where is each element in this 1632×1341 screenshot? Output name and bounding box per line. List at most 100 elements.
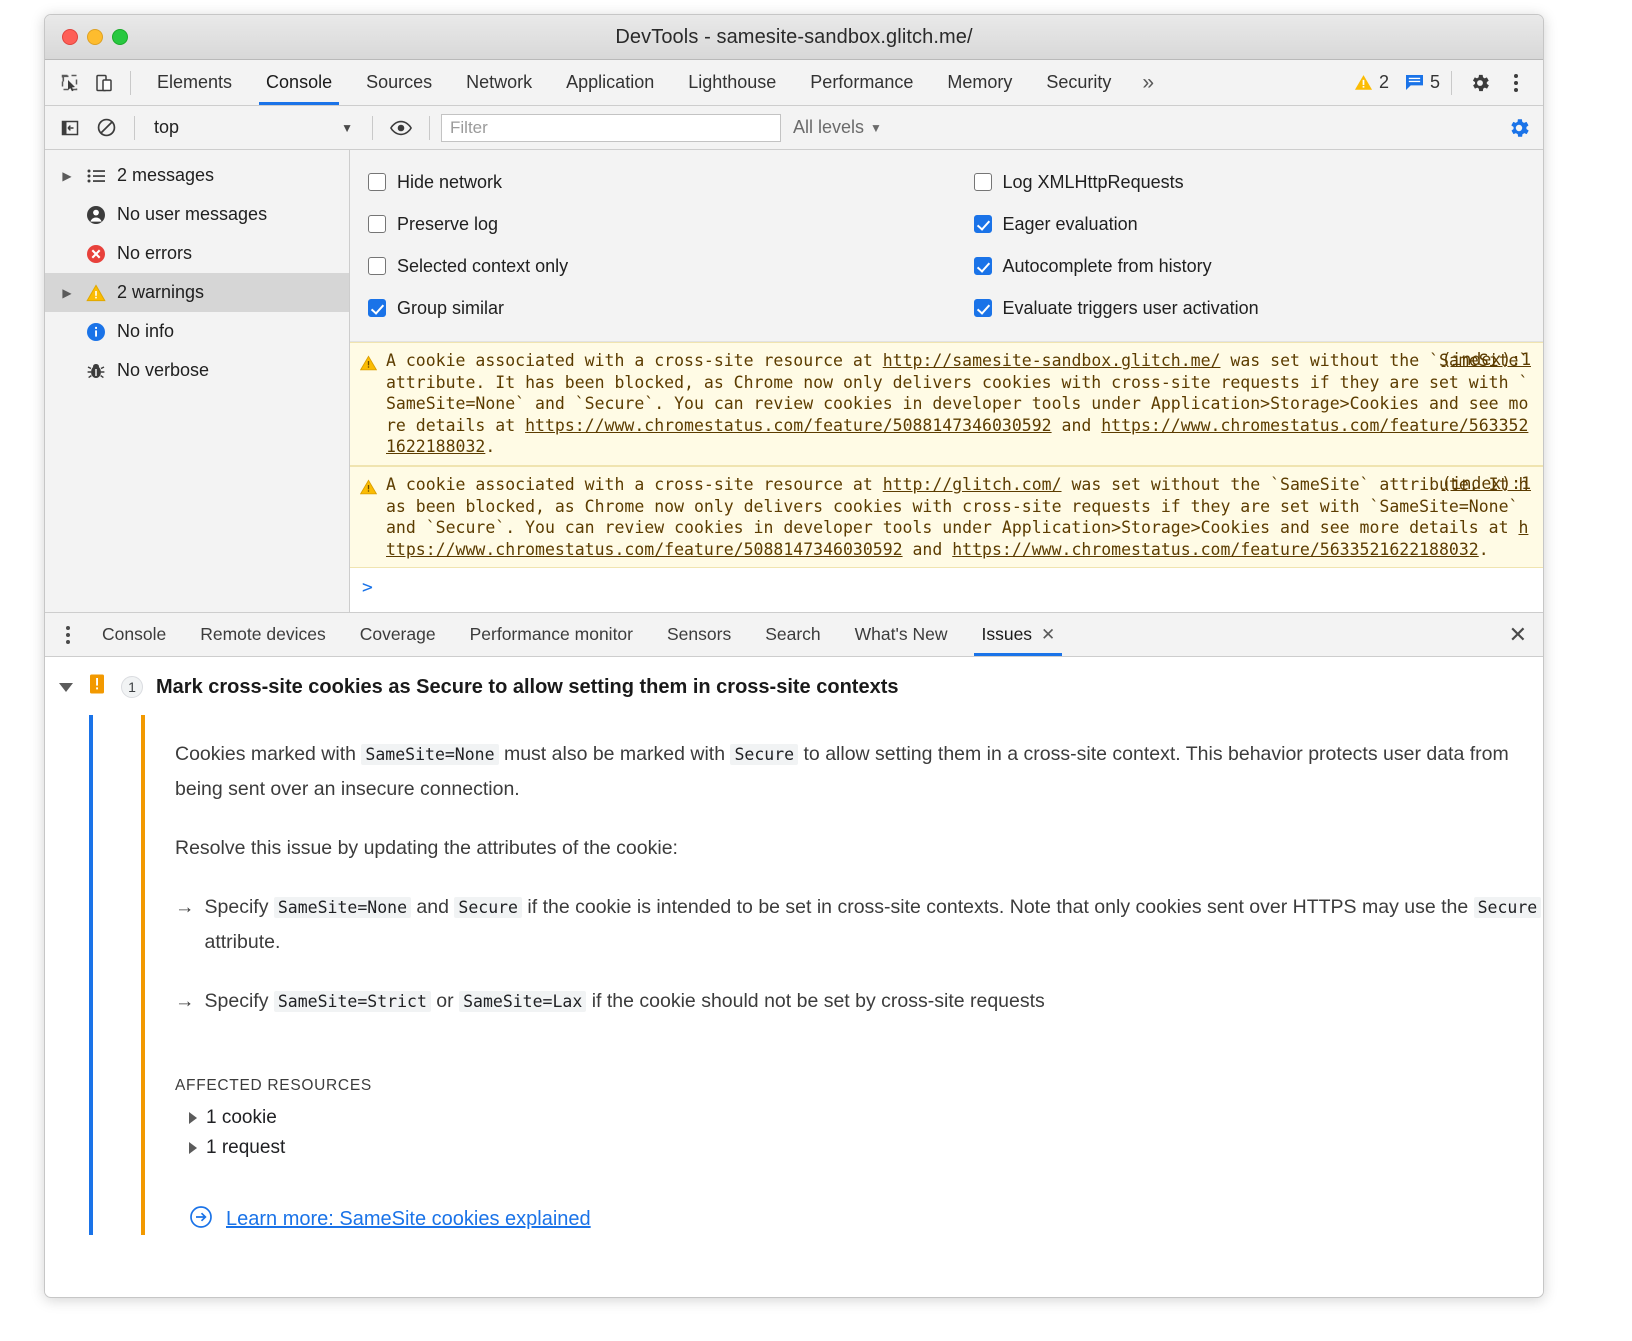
drawer-tab-issues[interactable]: Issues ✕ (964, 613, 1072, 656)
screenshot-root: DevTools - samesite-sandbox.glitch.me/ (0, 0, 1632, 1341)
tab-application[interactable]: Application (549, 60, 671, 105)
code-secure: Secure (730, 744, 798, 765)
message-counter[interactable]: 5 (1405, 72, 1440, 93)
drawer-tab-remote-devices[interactable]: Remote devices (183, 613, 342, 656)
collapse-arrow-icon[interactable] (59, 683, 73, 692)
text-segment: Cookies marked with (175, 743, 361, 765)
checkbox-box[interactable] (368, 173, 386, 191)
checkbox-label: Evaluate triggers user activation (1003, 298, 1259, 319)
checkbox-box[interactable] (974, 257, 992, 275)
checkbox-preserve-log[interactable]: Preserve log (368, 203, 938, 245)
sidebar-item-errors[interactable]: ▶ No errors (45, 234, 349, 273)
drawer-tab-label: Sensors (667, 624, 731, 645)
drawer-tab-whats-new[interactable]: What's New (838, 613, 965, 656)
affected-resource-request[interactable]: 1 request (175, 1133, 1543, 1163)
execution-context-select[interactable]: top ▼ (146, 113, 361, 143)
console-message-link[interactable]: https://www.chromestatus.com/feature/563… (952, 540, 1479, 559)
sidebar-item-warnings[interactable]: ▶ 2 warnings (45, 273, 349, 312)
console-toolbar-divider-2 (372, 116, 373, 140)
checkbox-box[interactable] (974, 299, 992, 317)
devtools-main-tabbar: Elements Console Sources Network Applica… (45, 60, 1543, 106)
message-bubble-icon (1405, 74, 1424, 91)
checkbox-box[interactable] (974, 173, 992, 191)
close-icon[interactable]: ✕ (1041, 625, 1055, 645)
gear-icon[interactable] (1463, 66, 1497, 100)
sidebar-item-messages[interactable]: ▶ 2 messages (45, 156, 349, 195)
window-titlebar: DevTools - samesite-sandbox.glitch.me/ (45, 15, 1543, 60)
console-message-source-link[interactable]: (index):1 (1442, 350, 1531, 369)
drawer-tab-search[interactable]: Search (748, 613, 837, 656)
checkbox-label: Group similar (397, 298, 504, 319)
console-message-source-link[interactable]: (index):1 (1442, 474, 1531, 493)
show-console-sidebar-icon[interactable] (53, 111, 87, 145)
tab-performance[interactable]: Performance (793, 60, 930, 105)
console-settings-pane: Hide network Preserve log Selected conte… (350, 150, 1543, 342)
tab-security[interactable]: Security (1029, 60, 1128, 105)
drawer-tab-performance-monitor[interactable]: Performance monitor (453, 613, 650, 656)
live-expression-icon[interactable] (384, 111, 418, 145)
expand-arrow-icon[interactable] (189, 1112, 197, 1124)
tab-memory[interactable]: Memory (930, 60, 1029, 105)
checkbox-log-xmlhttprequests[interactable]: Log XMLHttpRequests (974, 161, 1544, 203)
checkbox-eager-evaluation[interactable]: Eager evaluation (974, 203, 1544, 245)
console-message-link[interactable]: https://www.chromestatus.com/feature/508… (525, 416, 1052, 435)
checkbox-label: Hide network (397, 172, 502, 193)
console-message-text: A cookie associated with a cross-site re… (386, 350, 1533, 458)
affected-resource-cookie[interactable]: 1 cookie (175, 1103, 1543, 1133)
checkbox-box[interactable] (974, 215, 992, 233)
console-message-list: A cookie associated with a cross-site re… (350, 342, 1543, 612)
log-levels-select[interactable]: All levels ▼ (783, 117, 892, 138)
issue-count-badge: 1 (121, 676, 143, 698)
checkbox-selected-context-only[interactable]: Selected context only (368, 245, 938, 287)
main-tabs: Elements Console Sources Network Applica… (140, 60, 1168, 105)
expand-arrow-icon[interactable]: ▶ (59, 169, 75, 183)
sidebar-item-info[interactable]: ▶ No info (45, 312, 349, 351)
console-message-link[interactable]: http://samesite-sandbox.glitch.me/ (883, 351, 1221, 370)
console-message[interactable]: A cookie associated with a cross-site re… (350, 466, 1543, 568)
console-message-link[interactable]: http://glitch.com/ (883, 475, 1062, 494)
filter-input[interactable] (441, 114, 781, 142)
checkbox-evaluate-triggers-user-activation[interactable]: Evaluate triggers user activation (974, 287, 1544, 329)
checkbox-hide-network[interactable]: Hide network (368, 161, 938, 203)
clear-console-icon[interactable] (89, 111, 123, 145)
drawer-tab-label: Issues (981, 624, 1032, 645)
checkbox-box[interactable] (368, 299, 386, 317)
learn-more-row[interactable]: Learn more: SameSite cookies explained (189, 1205, 1543, 1234)
code-secure: Secure (454, 897, 522, 918)
sidebar-item-user-messages[interactable]: ▶ No user messages (45, 195, 349, 234)
tab-label: Application (566, 72, 654, 93)
tab-network[interactable]: Network (449, 60, 549, 105)
kebab-menu-icon[interactable] (1499, 66, 1533, 100)
checkbox-autocomplete-from-history[interactable]: Autocomplete from history (974, 245, 1544, 287)
tab-lighthouse[interactable]: Lighthouse (671, 60, 793, 105)
more-tabs-icon[interactable]: » (1128, 71, 1168, 95)
checkbox-box[interactable] (368, 215, 386, 233)
tab-console[interactable]: Console (249, 60, 349, 105)
text-segment: must also be marked with (499, 743, 731, 765)
drawer-tab-console[interactable]: Console (85, 613, 183, 656)
expand-arrow-icon[interactable]: ▶ (59, 286, 75, 300)
issue-header[interactable]: 1 Mark cross-site cookies as Secure to a… (45, 657, 1543, 715)
drawer-tab-coverage[interactable]: Coverage (343, 613, 453, 656)
console-settings-gear-icon[interactable] (1507, 116, 1535, 140)
console-prompt[interactable]: > (350, 568, 1543, 607)
drawer-tab-sensors[interactable]: Sensors (650, 613, 748, 656)
error-icon (85, 244, 107, 264)
checkbox-box[interactable] (368, 257, 386, 275)
log-levels-label: All levels (793, 117, 864, 138)
inspect-element-icon[interactable] (53, 66, 87, 100)
console-toolbar: top ▼ All levels ▼ (45, 106, 1543, 150)
checkbox-group-similar[interactable]: Group similar (368, 287, 938, 329)
close-drawer-icon[interactable]: ✕ (1509, 622, 1543, 648)
warning-counter[interactable]: 2 (1354, 72, 1389, 93)
console-message[interactable]: A cookie associated with a cross-site re… (350, 342, 1543, 466)
learn-more-link[interactable]: Learn more: SameSite cookies explained (226, 1208, 591, 1231)
expand-arrow-icon[interactable] (189, 1142, 197, 1154)
window-title: DevTools - samesite-sandbox.glitch.me/ (45, 26, 1543, 49)
sidebar-item-verbose[interactable]: ▶ No verbose (45, 351, 349, 390)
issue-title: Mark cross-site cookies as Secure to all… (156, 676, 898, 699)
device-toolbar-icon[interactable] (87, 66, 121, 100)
drawer-menu-icon[interactable] (51, 626, 85, 644)
tab-sources[interactable]: Sources (349, 60, 449, 105)
tab-elements[interactable]: Elements (140, 60, 249, 105)
